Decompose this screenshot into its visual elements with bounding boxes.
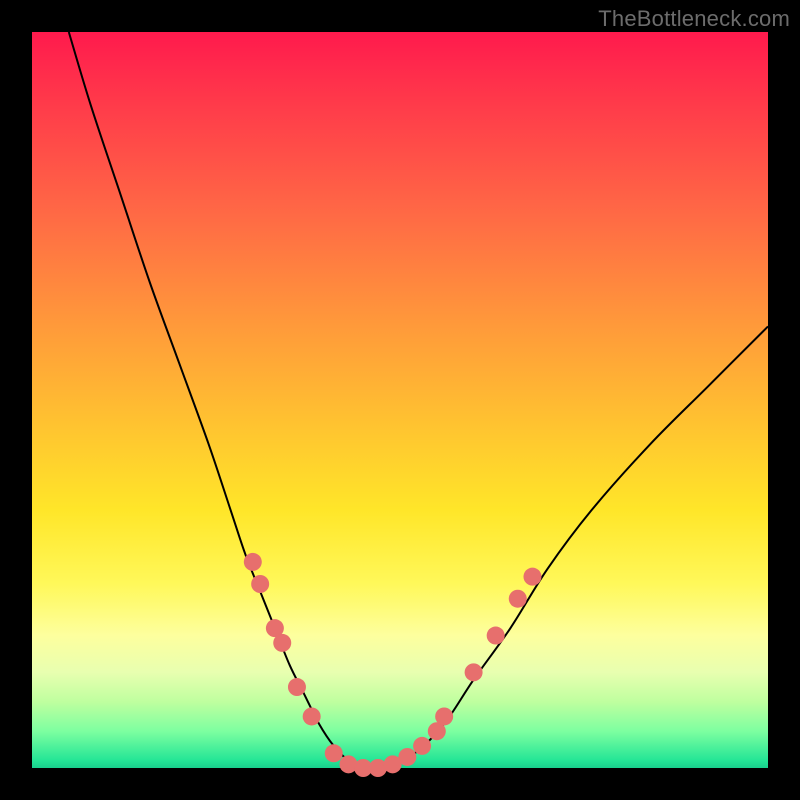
chart-frame: TheBottleneck.com: [0, 0, 800, 800]
chart-plot-area: [32, 32, 768, 768]
marker-dot: [465, 663, 483, 681]
marker-dot: [413, 737, 431, 755]
marker-dot: [251, 575, 269, 593]
marker-dot: [398, 748, 416, 766]
watermark-text: TheBottleneck.com: [598, 6, 790, 32]
marker-dot: [273, 634, 291, 652]
marker-dot: [244, 553, 262, 571]
marker-dots: [244, 553, 542, 777]
marker-dot: [288, 678, 306, 696]
marker-dot: [435, 707, 453, 725]
marker-dot: [509, 590, 527, 608]
chart-svg: [32, 32, 768, 768]
bottleneck-curve: [69, 32, 768, 769]
marker-dot: [303, 707, 321, 725]
marker-dot: [523, 568, 541, 586]
marker-dot: [487, 627, 505, 645]
marker-dot: [325, 744, 343, 762]
